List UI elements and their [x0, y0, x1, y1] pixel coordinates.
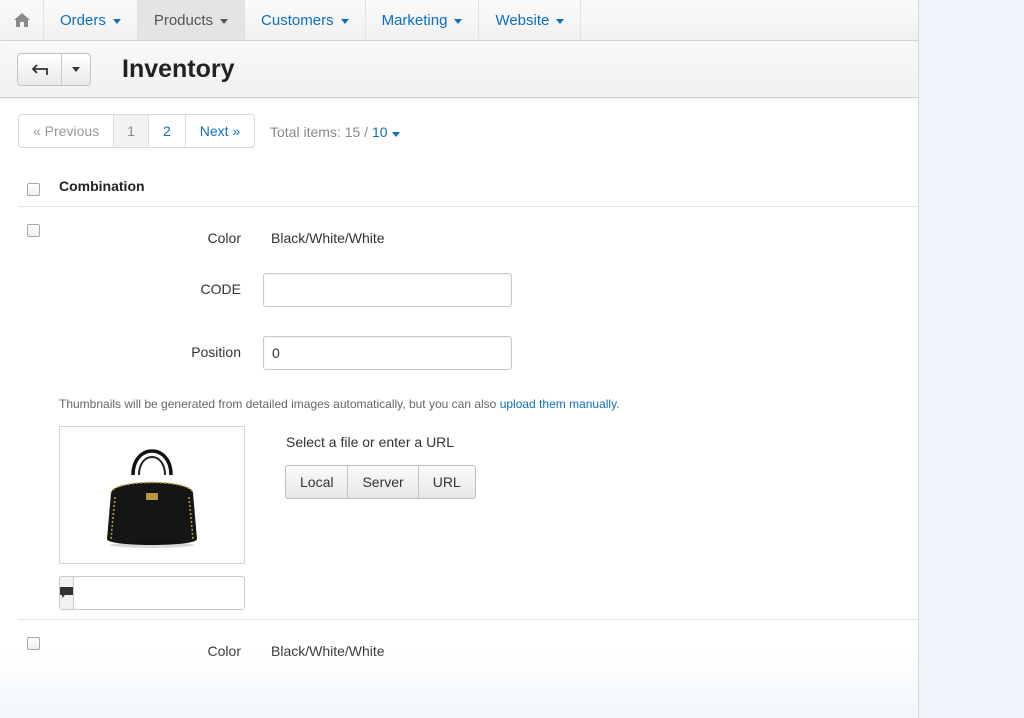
nav-customers[interactable]: Customers — [245, 0, 366, 40]
chevron-down-icon — [454, 18, 463, 24]
upload-server-button[interactable]: Server — [348, 466, 419, 498]
items-per-page-value: 10 — [371, 124, 388, 140]
total-items-label: Total items: 15 / — [270, 124, 372, 140]
column-header-combination: Combination — [59, 178, 145, 194]
nav-orders-label: Orders — [60, 11, 106, 29]
select-all-checkbox[interactable] — [27, 183, 40, 196]
caret-down-icon — [72, 67, 80, 72]
upload-local-button[interactable]: Local — [286, 466, 349, 498]
code-input[interactable] — [263, 273, 512, 307]
page-2-button[interactable]: 2 — [149, 115, 186, 147]
page-header: Inventory — [0, 41, 918, 98]
home-icon — [13, 13, 30, 27]
upload-manually-link[interactable]: upload them manually — [500, 397, 617, 411]
main-content: « Previous 1 2 Next » Total items: 15 / … — [0, 98, 918, 718]
comment-icon — [60, 577, 74, 609]
product-image-thumbnail[interactable] — [59, 426, 245, 564]
nav-marketing-label: Marketing — [381, 11, 448, 29]
code-label: CODE — [200, 281, 241, 297]
next-page-button[interactable]: Next » — [186, 115, 254, 147]
back-button[interactable] — [18, 54, 62, 85]
color-label: Color — [207, 643, 241, 659]
alt-text-field — [59, 576, 245, 610]
handbag-image — [107, 449, 197, 548]
previous-page-button[interactable]: « Previous — [19, 115, 115, 147]
nav-website-label: Website — [495, 11, 550, 29]
upload-url-button[interactable]: URL — [419, 466, 475, 498]
nav-orders[interactable]: Orders — [44, 0, 138, 40]
alt-text-input[interactable] — [74, 577, 244, 609]
page-title: Inventory — [122, 55, 235, 83]
thumbnail-note-text: Thumbnails will be generated from detail… — [59, 397, 500, 411]
position-input[interactable] — [263, 336, 512, 370]
divider — [18, 206, 918, 207]
upload-source-buttons: Local Server URL — [285, 465, 476, 499]
nav-products-label: Products — [153, 11, 214, 29]
color-value: Black/White/White — [271, 643, 385, 659]
top-navigation: Orders Products Customers Marketing Webs… — [0, 0, 918, 41]
divider — [18, 619, 918, 620]
row-checkbox[interactable] — [27, 224, 40, 237]
nav-marketing[interactable]: Marketing — [366, 0, 480, 40]
page-1-button[interactable]: 1 — [114, 115, 149, 147]
back-arrow-icon — [31, 63, 48, 75]
home-button[interactable] — [0, 0, 44, 40]
total-items: Total items: 15 / 10 — [270, 124, 400, 140]
select-file-text: Select a file or enter a URL — [286, 434, 455, 450]
chevron-down-icon — [391, 132, 400, 137]
row-checkbox[interactable] — [27, 637, 40, 650]
items-per-page-selector[interactable]: 10 — [372, 124, 400, 140]
pagination: « Previous 1 2 Next » — [18, 114, 256, 148]
thumbnail-note: Thumbnails will be generated from detail… — [59, 397, 620, 411]
chevron-down-icon — [220, 18, 229, 24]
nav-products[interactable]: Products — [137, 0, 246, 40]
chevron-down-icon — [112, 18, 121, 24]
position-label: Position — [191, 344, 241, 360]
back-button-group — [17, 53, 91, 86]
nav-customers-label: Customers — [261, 11, 334, 29]
color-label: Color — [207, 230, 241, 246]
chevron-down-icon — [556, 18, 565, 24]
nav-website[interactable]: Website — [479, 0, 582, 40]
color-value: Black/White/White — [271, 230, 385, 246]
app-window: Orders Products Customers Marketing Webs… — [0, 0, 919, 718]
thumbnail-note-end: . — [616, 397, 620, 411]
chevron-down-icon — [340, 18, 349, 24]
back-dropdown-button[interactable] — [62, 54, 90, 85]
